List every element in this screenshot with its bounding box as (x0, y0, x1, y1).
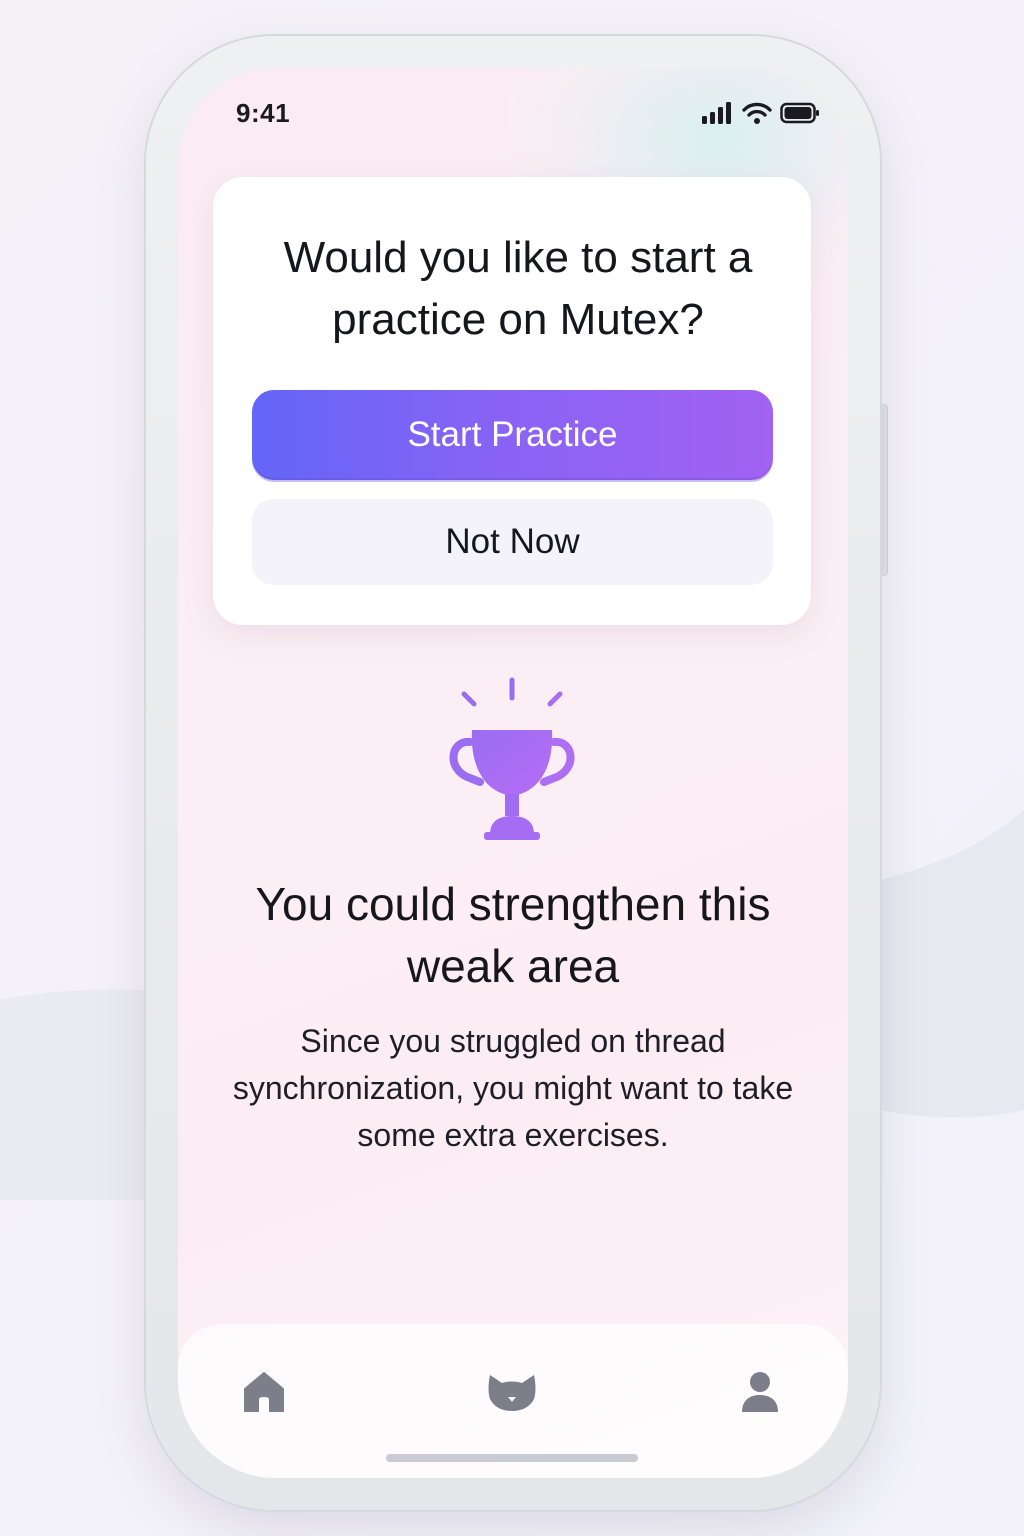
battery-icon (780, 102, 819, 124)
practice-prompt-card: Would you like to start a practice on Mu… (213, 177, 811, 625)
status-time: 9:41 (236, 98, 291, 128)
start-practice-button[interactable]: Start Practice (252, 390, 773, 480)
tab-home[interactable] (236, 1364, 292, 1420)
wifi-icon (742, 102, 772, 124)
not-now-button[interactable]: Not Now (252, 499, 773, 585)
weak-area-headline: You could strengthen this weak area (255, 878, 771, 992)
card-title: Would you like to start a practice on Mu… (283, 233, 753, 344)
tab-profile[interactable] (732, 1364, 788, 1420)
status-icons (702, 100, 820, 126)
cat-icon (488, 1375, 536, 1411)
profile-icon (742, 1372, 778, 1412)
home-icon (244, 1372, 284, 1412)
weak-area-message: Since you struggled on thread synchroniz… (232, 1023, 794, 1153)
tab-cat[interactable] (484, 1364, 540, 1420)
signal-icon (702, 102, 731, 124)
phone-side-button (880, 404, 887, 576)
home-indicator[interactable] (386, 1454, 638, 1462)
trophy-icon (449, 677, 575, 840)
status-bar: 9:41 (178, 68, 848, 158)
phone-screen: 9:41 Would you like to start a practice … (178, 68, 848, 1478)
